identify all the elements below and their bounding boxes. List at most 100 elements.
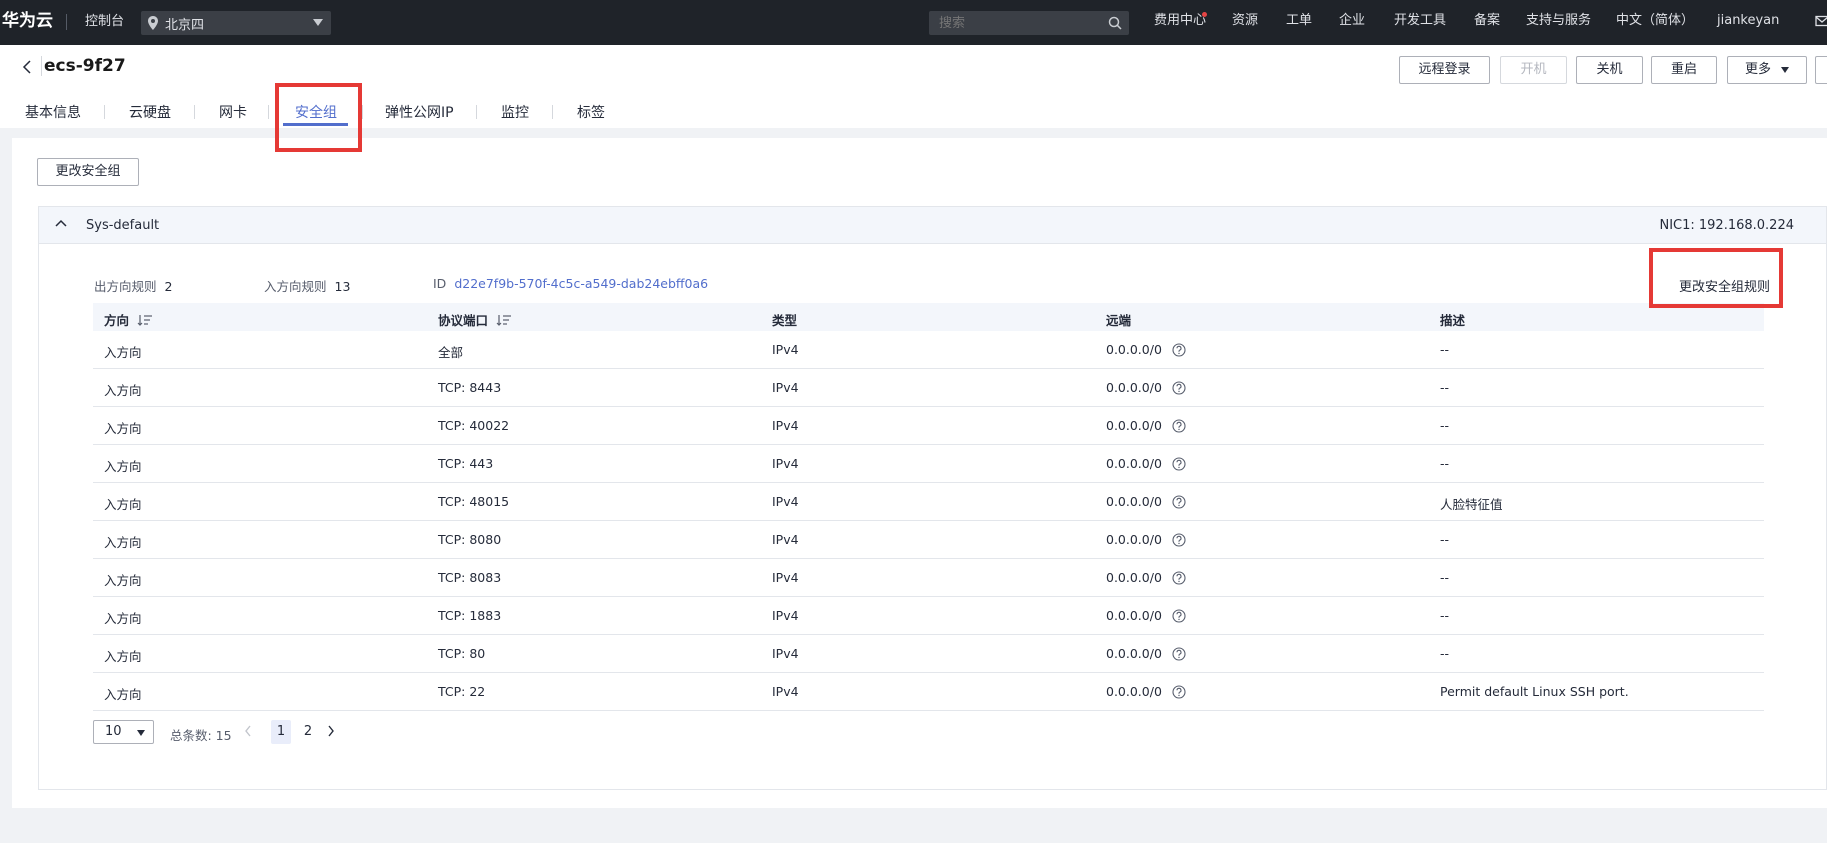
column-protocol-port-label: 协议端口 [438,313,489,328]
cell-description: -- [1440,570,1449,585]
power-on-button[interactable]: 开机 [1500,56,1567,84]
cell-description: -- [1440,342,1449,357]
sort-icon[interactable] [137,314,153,326]
cell-remote-text: 0.0.0.0/0 [1106,494,1162,509]
nav-user-account[interactable]: jiankeyan [1717,0,1779,45]
nav-tickets[interactable]: 工单 [1286,0,1312,45]
table-row: 入方向 TCP: 1883 IPv4 0.0.0.0/0 -- [93,597,1764,635]
power-off-button[interactable]: 关机 [1576,56,1643,84]
remote-login-button[interactable]: 远程登录 [1399,56,1490,84]
search-icon[interactable] [1108,16,1122,30]
help-icon[interactable] [1172,609,1186,623]
next-page-icon[interactable] [326,724,336,738]
cell-protocol-port: TCP: 8443 [438,380,501,395]
tab-basic-info[interactable]: 基本信息 [25,102,81,122]
cell-remote: 0.0.0.0/0 [1106,532,1186,547]
cell-description-text: -- [1440,380,1450,395]
outbound-rules-label: 出方向规则 [94,279,157,294]
cell-type: IPv4 [772,608,799,623]
cell-remote: 0.0.0.0/0 [1106,494,1186,509]
highlight-box-security-group-tab [275,83,362,152]
help-icon[interactable] [1172,647,1186,661]
nav-dev-tools[interactable]: 开发工具 [1394,0,1446,45]
sort-icon[interactable] [496,314,512,326]
chevron-down-icon [313,19,323,26]
search-input[interactable] [929,11,1129,35]
console-link[interactable]: 控制台 [85,0,124,43]
tab-cloud-disk[interactable]: 云硬盘 [129,102,171,122]
security-group-id-link[interactable]: d22e7f9b-570f-4c5c-a549-dab24ebff0a6 [454,276,708,291]
cell-description: -- [1440,418,1449,433]
restart-button[interactable]: 重启 [1651,56,1717,84]
cell-protocol-port: TCP: 40022 [438,418,509,433]
cell-direction-text: 入方向 [104,383,142,398]
column-header-direction[interactable]: 方向 [104,310,153,329]
cell-remote-text: 0.0.0.0/0 [1106,646,1162,661]
cell-type-text: IPv4 [772,456,799,471]
help-icon[interactable] [1172,533,1186,547]
cell-type: IPv4 [772,494,799,509]
nav-support[interactable]: 支持与服务 [1526,0,1591,45]
cell-direction: 入方向 [104,380,142,399]
change-security-group-button[interactable]: 更改安全组 [37,158,139,186]
help-icon[interactable] [1172,571,1186,585]
help-icon[interactable] [1172,685,1186,699]
region-selector[interactable]: 北京四 [141,11,331,35]
cell-remote-text: 0.0.0.0/0 [1106,570,1162,585]
cell-protocol-port-text: TCP: 80 [438,646,486,661]
page-button-2[interactable]: 2 [298,720,318,744]
column-header-description: 描述 [1440,313,1466,328]
cell-protocol-port-text: TCP: 8443 [438,380,502,395]
huaweicloud-logo[interactable]: 华为云 [0,0,53,45]
cell-type-text: IPv4 [772,608,799,623]
cell-remote: 0.0.0.0/0 [1106,646,1186,661]
nav-language[interactable]: 中文（简体） [1616,0,1694,45]
help-icon[interactable] [1172,343,1186,357]
nic-address: NIC1: 192.168.0.224 [1659,218,1794,233]
cell-type: IPv4 [772,684,799,699]
back-arrow-icon[interactable] [20,59,34,75]
cell-protocol-port: TCP: 22 [438,684,485,699]
cell-remote-text: 0.0.0.0/0 [1106,380,1162,395]
column-header-protocol-port[interactable]: 协议端口 [438,310,512,329]
table-row: 入方向 TCP: 40022 IPv4 0.0.0.0/0 -- [93,407,1764,445]
cell-direction: 入方向 [104,494,142,513]
cell-direction-text: 入方向 [104,611,142,626]
cell-remote: 0.0.0.0/0 [1106,570,1186,585]
more-button[interactable]: 更多 [1727,56,1807,84]
page-button-1[interactable]: 1 [271,720,291,744]
table-row: 入方向 TCP: 22 IPv4 0.0.0.0/0 Permit default Li… [93,673,1764,711]
help-icon[interactable] [1172,381,1186,395]
column-header-remote: 远端 [1106,313,1132,328]
overflow-button[interactable] [1815,56,1827,84]
cell-direction: 入方向 [104,646,142,665]
cell-description-text: -- [1440,646,1450,661]
help-icon[interactable] [1172,419,1186,433]
security-group-header[interactable] [38,206,1827,244]
cell-protocol-port: TCP: 8083 [438,570,501,585]
nav-billing-center[interactable]: 费用中心 [1154,0,1206,45]
cell-description: -- [1440,646,1449,661]
tab-divider [194,105,195,119]
tab-tags[interactable]: 标签 [577,102,605,122]
cell-remote-text: 0.0.0.0/0 [1106,342,1162,357]
cell-protocol-port: TCP: 1883 [438,608,501,623]
help-icon[interactable] [1172,495,1186,509]
cell-description-text: Permit default Linux SSH port. [1440,684,1629,699]
prev-page-icon[interactable] [243,724,253,738]
security-group-name: Sys-default [86,218,160,233]
nav-resources[interactable]: 资源 [1232,0,1258,45]
page-size-select[interactable]: 10 [93,720,154,744]
tab-monitoring[interactable]: 监控 [501,102,529,122]
chevron-up-icon[interactable] [54,218,68,228]
help-icon[interactable] [1172,457,1186,471]
cell-remote: 0.0.0.0/0 [1106,456,1186,471]
cell-remote: 0.0.0.0/0 [1106,608,1186,623]
mail-icon[interactable] [1815,14,1827,28]
cell-description: 人脸特征值 [1440,494,1503,513]
nav-icp-filing[interactable]: 备案 [1474,0,1500,45]
tab-nic[interactable]: 网卡 [219,102,247,122]
tab-eip[interactable]: 弹性公网IP [385,102,454,122]
inbound-rules-label: 入方向规则 [264,279,327,294]
nav-enterprise[interactable]: 企业 [1339,0,1365,45]
